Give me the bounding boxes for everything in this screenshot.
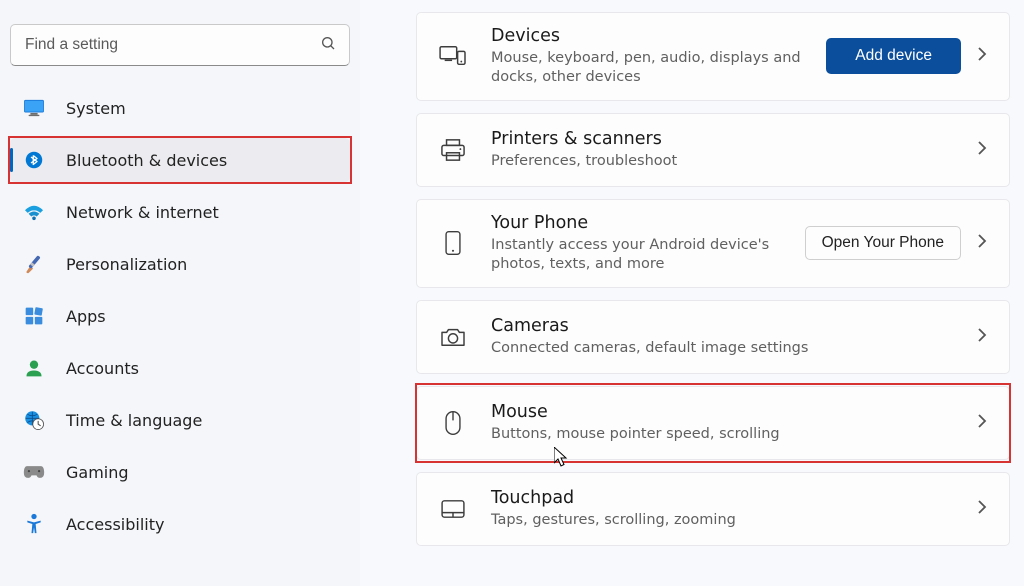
globe-clock-icon (22, 408, 46, 432)
card-text: TouchpadTaps, gestures, scrolling, zoomi… (491, 487, 977, 530)
phone-icon (439, 229, 467, 257)
accessibility-icon (22, 512, 46, 536)
chevron-right-icon (977, 327, 987, 347)
card-subtitle: Buttons, mouse pointer speed, scrolling (491, 425, 977, 445)
search-container (10, 24, 350, 66)
setting-card-mouse[interactable]: MouseButtons, mouse pointer speed, scrol… (416, 386, 1010, 460)
card-title: Devices (491, 25, 826, 48)
sidebar-item-personalization[interactable]: Personalization (10, 242, 350, 286)
card-subtitle: Instantly access your Android device's p… (491, 236, 805, 275)
card-subtitle: Connected cameras, default image setting… (491, 339, 977, 359)
bluetooth-icon (22, 148, 46, 172)
sidebar-item-label: Gaming (66, 463, 129, 482)
chevron-right-icon (977, 499, 987, 519)
search-input[interactable] (10, 24, 350, 66)
mouse-icon (439, 409, 467, 437)
sidebar: System Bluetooth & devices Network & inter… (0, 0, 360, 586)
card-title: Your Phone (491, 212, 805, 235)
sidebar-item-label: Personalization (66, 255, 187, 274)
content-area: DevicesMouse, keyboard, pen, audio, disp… (360, 0, 1024, 586)
sidebar-item-system[interactable]: System (10, 86, 350, 130)
camera-icon (439, 323, 467, 351)
setting-card-devices[interactable]: DevicesMouse, keyboard, pen, audio, disp… (416, 12, 1010, 101)
card-text: Your PhoneInstantly access your Android … (491, 212, 805, 275)
setting-card-printers[interactable]: Printers & scannersPreferences, troubles… (416, 113, 1010, 187)
card-text: Printers & scannersPreferences, troubles… (491, 128, 977, 171)
sidebar-item-time-language[interactable]: Time & language (10, 398, 350, 442)
card-title: Mouse (491, 401, 977, 424)
sidebar-item-label: Accessibility (66, 515, 164, 534)
sidebar-item-label: Apps (66, 307, 106, 326)
sidebar-item-accounts[interactable]: Accounts (10, 346, 350, 390)
devices-icon (439, 42, 467, 70)
monitor-icon (22, 96, 46, 120)
phone-button[interactable]: Open Your Phone (805, 226, 961, 260)
chevron-right-icon (977, 233, 987, 253)
gamepad-icon (22, 460, 46, 484)
card-subtitle: Preferences, troubleshoot (491, 152, 977, 172)
chevron-right-icon (977, 140, 987, 160)
card-text: CamerasConnected cameras, default image … (491, 315, 977, 358)
nav-list: System Bluetooth & devices Network & inter… (10, 86, 350, 546)
brush-icon (22, 252, 46, 276)
card-title: Cameras (491, 315, 977, 338)
sidebar-item-apps[interactable]: Apps (10, 294, 350, 338)
person-icon (22, 356, 46, 380)
sidebar-item-label: Time & language (66, 411, 202, 430)
devices-button[interactable]: Add device (826, 38, 961, 74)
setting-card-touchpad[interactable]: TouchpadTaps, gestures, scrolling, zoomi… (416, 472, 1010, 546)
card-title: Touchpad (491, 487, 977, 510)
card-subtitle: Taps, gestures, scrolling, zooming (491, 511, 977, 531)
sidebar-item-label: Bluetooth & devices (66, 151, 227, 170)
wifi-icon (22, 200, 46, 224)
sidebar-item-network[interactable]: Network & internet (10, 190, 350, 234)
card-subtitle: Mouse, keyboard, pen, audio, displays an… (491, 49, 826, 88)
card-text: MouseButtons, mouse pointer speed, scrol… (491, 401, 977, 444)
chevron-right-icon (977, 413, 987, 433)
search-icon (320, 35, 336, 55)
printer-icon (439, 136, 467, 164)
touchpad-icon (439, 495, 467, 523)
sidebar-item-label: System (66, 99, 126, 118)
setting-card-phone[interactable]: Your PhoneInstantly access your Android … (416, 199, 1010, 288)
sidebar-item-label: Network & internet (66, 203, 219, 222)
apps-icon (22, 304, 46, 328)
card-text: DevicesMouse, keyboard, pen, audio, disp… (491, 25, 826, 88)
sidebar-item-label: Accounts (66, 359, 139, 378)
sidebar-item-gaming[interactable]: Gaming (10, 450, 350, 494)
chevron-right-icon (977, 46, 987, 66)
sidebar-item-bluetooth[interactable]: Bluetooth & devices (10, 138, 350, 182)
card-title: Printers & scanners (491, 128, 977, 151)
setting-card-cameras[interactable]: CamerasConnected cameras, default image … (416, 300, 1010, 374)
sidebar-item-accessibility[interactable]: Accessibility (10, 502, 350, 546)
